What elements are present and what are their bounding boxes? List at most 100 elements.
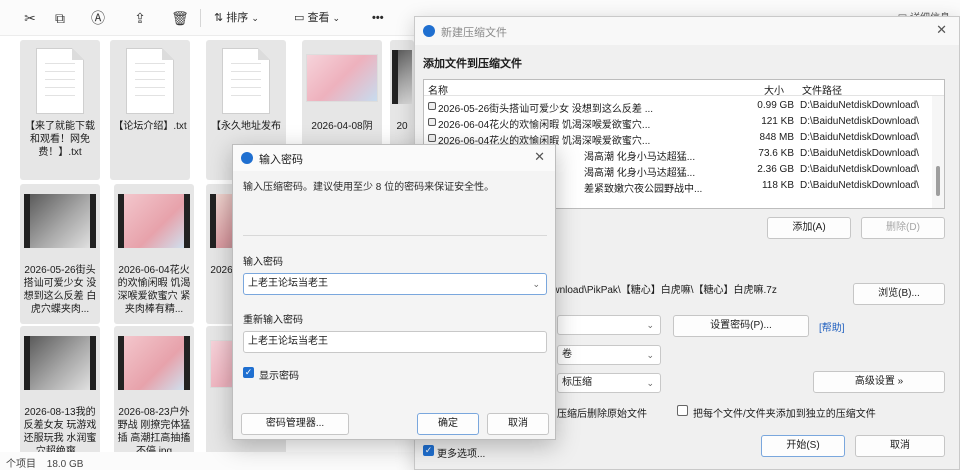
video-thumbnail <box>24 194 96 248</box>
password-label: 输入密码 <box>243 257 283 268</box>
split-select[interactable]: 卷 ⌄ <box>557 345 661 365</box>
video-thumbnail <box>24 336 96 390</box>
browse-button[interactable]: 浏览(B)... <box>853 283 945 305</box>
more-options-checkbox[interactable]: ✓ <box>423 445 434 456</box>
text-file-icon <box>36 48 84 114</box>
dialog-description: 输入压缩密码。建议使用至少 8 位的密码来保证安全性。 <box>243 182 495 193</box>
sort-button[interactable]: ⇅ 排序 ⌄ <box>214 8 259 28</box>
row-name: 差紧致嫩穴夜公园野战中... <box>584 184 703 195</box>
row-path: D:\BaiduNetdiskDownload\ <box>800 164 919 175</box>
more-options-button[interactable]: ••• <box>372 8 384 28</box>
row-path: D:\BaiduNetdiskDownload\ <box>800 180 919 191</box>
close-icon[interactable]: ✕ <box>534 149 545 165</box>
view-button[interactable]: ▭ 查看 ⌄ <box>294 8 340 28</box>
copy-icon[interactable]: ⧉ <box>50 8 70 28</box>
video-thumbnail <box>118 194 190 248</box>
file-icon <box>428 118 436 126</box>
advanced-settings-button[interactable]: 高级设置 » <box>813 371 945 393</box>
file-icon <box>428 102 436 110</box>
divider <box>243 235 547 236</box>
row-path: D:\BaiduNetdiskDownload\ <box>800 116 919 127</box>
reenter-password-input[interactable]: 上老王论坛当老王 <box>243 331 547 353</box>
video-thumbnail <box>118 336 190 390</box>
password-input-value: 上老王论坛当老王 <box>248 278 328 289</box>
password-dialog: 输入密码 ✕ 输入压缩密码。建议使用至少 8 位的密码来保证安全性。 输入密码 … <box>232 144 556 440</box>
row-name: 2026-06-04花火的欢愉闲暇 饥渴深喉爱欲蜜穴... <box>438 120 651 131</box>
show-password-label: 显示密码 <box>259 371 299 382</box>
reenter-password-label: 重新输入密码 <box>243 315 303 326</box>
file-tile[interactable]: 【论坛介绍】.txt <box>110 40 190 180</box>
file-name: 【来了就能下载和观看！网免费！】.txt <box>25 121 95 158</box>
set-password-button[interactable]: 设置密码(P)... <box>673 315 809 337</box>
help-link[interactable]: [帮助] <box>819 319 845 334</box>
file-icon <box>428 134 436 142</box>
row-name: 2026-05-26街头搭讪可爱少女 没想到这么反差 ... <box>438 104 654 115</box>
video-thumbnail <box>392 50 412 104</box>
close-icon[interactable]: ✕ <box>936 22 947 38</box>
compression-select-value: 标压缩 <box>562 377 592 388</box>
chevron-down-icon[interactable]: ⌄ <box>532 274 540 294</box>
sort-icon: ⇅ <box>214 12 224 24</box>
row-name: 渴高潮 化身小马达超猛... <box>584 152 696 163</box>
row-size: 0.99 GB <box>757 100 794 111</box>
show-password-checkbox[interactable]: ✓ <box>243 367 254 378</box>
format-select[interactable]: ⌄ <box>557 315 661 335</box>
scrollbar-thumb[interactable] <box>936 166 940 196</box>
dialog-title: 新建压缩文件 <box>441 27 507 39</box>
file-name: 【论坛介绍】.txt <box>113 121 187 132</box>
ok-button[interactable]: 确定 <box>417 413 479 435</box>
file-name: 2026-06-04花火的欢愉闲暇 饥渴深喉爱欲蜜穴 紧夹肉棒有精... <box>117 265 191 315</box>
row-size: 73.6 KB <box>758 148 794 159</box>
dialog-title: 输入密码 <box>259 154 303 166</box>
list-item[interactable]: 2026-05-26街头搭讪可爱少女 没想到这么反差 ... 0.99 GB D… <box>424 98 924 115</box>
image-thumbnail <box>306 54 378 102</box>
add-button[interactable]: 添加(A) <box>767 217 851 239</box>
list-scrollbar[interactable] <box>932 96 944 208</box>
separate-archive-checkbox[interactable] <box>677 405 688 416</box>
rename-icon[interactable]: Ⓐ <box>88 8 108 28</box>
archive-path-field[interactable]: tdiskDownload\PikPak\【糖心】白虎嘛\【糖心】白虎嘛.7z <box>515 281 847 303</box>
row-size: 848 MB <box>759 132 794 143</box>
total-size: 18.0 GB <box>46 459 84 470</box>
chevron-down-icon: ⌄ <box>646 378 654 388</box>
delete-source-label: 压缩后删除原始文件 <box>557 409 647 420</box>
file-tile[interactable]: 2026-05-26街头搭讪可爱少女 没想到这么反差 白虎穴蝶夹肉... <box>20 184 100 324</box>
file-list-header: 名称 大小 文件路径 <box>424 80 944 97</box>
separate-archive-label: 把每个文件/文件夹添加到独立的压缩文件 <box>693 409 876 420</box>
password-manager-button[interactable]: 密码管理器... <box>241 413 349 435</box>
share-icon[interactable]: ⇪ <box>130 8 150 28</box>
file-tile[interactable]: 2026-06-04花火的欢愉闲暇 饥渴深喉爱欲蜜穴 紧夹肉棒有精... <box>114 184 194 324</box>
column-path[interactable]: 文件路径 <box>802 82 842 97</box>
chevron-down-icon: ⌄ <box>646 320 654 330</box>
row-size: 2.36 GB <box>757 164 794 175</box>
list-item[interactable]: 2026-06-04花火的欢愉闲暇 饥渴深喉爱欲蜜穴... 121 KB D:\… <box>424 114 924 131</box>
split-select-value: 卷 <box>562 349 572 360</box>
section-heading: 添加文件到压缩文件 <box>423 58 522 70</box>
column-size[interactable]: 大小 <box>764 82 784 97</box>
view-label: 查看 <box>307 12 330 24</box>
column-name[interactable]: 名称 <box>428 82 448 97</box>
row-size: 118 KB <box>761 180 794 191</box>
more-options-link[interactable]: 更多选项... <box>437 445 485 460</box>
compression-select[interactable]: 标压缩 ⌄ <box>557 373 661 393</box>
cancel-button[interactable]: 取消 <box>487 413 549 435</box>
cut-icon[interactable]: ✂ <box>20 8 40 28</box>
password-input[interactable]: 上老王论坛当老王 ⌄ <box>243 273 547 295</box>
row-path: D:\BaiduNetdiskDownload\ <box>800 148 919 159</box>
delete-icon[interactable]: 🗑 <box>170 8 190 28</box>
file-name: 2026-05-26街头搭讪可爱少女 没想到这么反差 白虎穴蝶夹肉... <box>23 265 97 315</box>
view-icon: ▭ <box>294 12 305 24</box>
file-tile[interactable]: 2026-08-23户外野战 刚撩完体猛插 高潮扛高抽搐不停.jpg <box>114 326 194 466</box>
app-logo-icon <box>423 25 435 37</box>
start-button[interactable]: 开始(S) <box>761 435 845 457</box>
cancel-button[interactable]: 取消 <box>855 435 945 457</box>
app-logo-icon <box>241 152 253 164</box>
file-tile[interactable]: 【来了就能下载和观看！网免费！】.txt <box>20 40 100 180</box>
file-tile[interactable]: 2026-08-13我的反差女友 玩游戏还服玩我 水润蜜穴超绝爽... <box>20 326 100 466</box>
row-size: 121 KB <box>761 116 794 127</box>
delete-button[interactable]: 删除(D) <box>861 217 945 239</box>
chevron-down-icon: ⌄ <box>251 13 259 23</box>
row-path: D:\BaiduNetdiskDownload\ <box>800 132 919 143</box>
status-bar: 个项目 18.0 GB <box>0 452 420 470</box>
row-name: 渴高潮 化身小马达超猛... <box>584 168 696 179</box>
